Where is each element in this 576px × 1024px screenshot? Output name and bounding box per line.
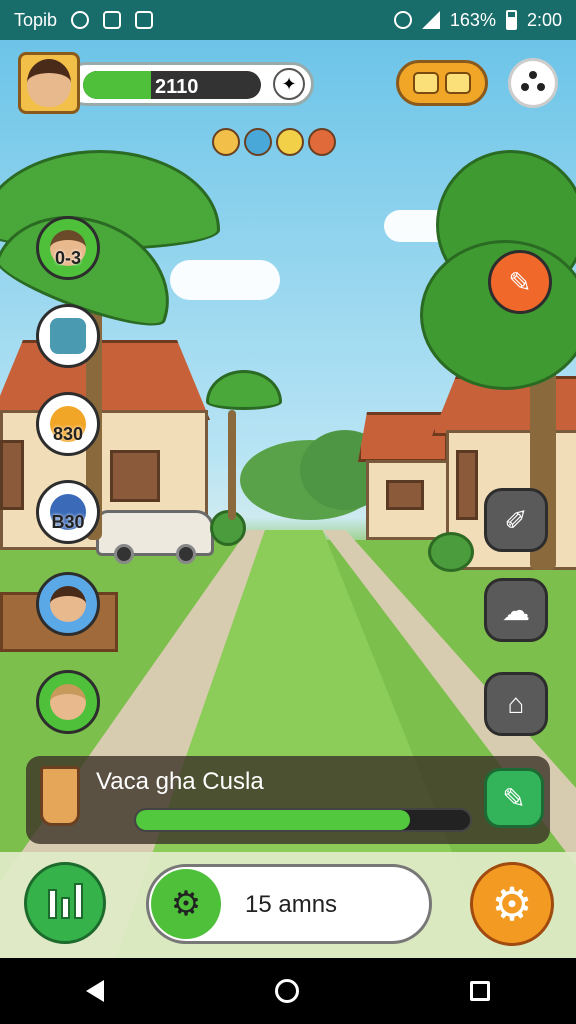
system-nav-bar xyxy=(0,958,576,1024)
dots-icon xyxy=(521,71,545,95)
signal-icon xyxy=(421,11,440,29)
window xyxy=(110,450,160,502)
villager-icon xyxy=(50,586,86,622)
edit-button[interactable]: ✎ xyxy=(488,250,552,314)
quest-label: 830 xyxy=(52,424,84,444)
location-icon xyxy=(71,11,90,29)
robot-icon xyxy=(50,318,86,354)
top-hud: 2110 ✦ xyxy=(0,40,576,114)
window xyxy=(456,450,478,520)
window xyxy=(0,440,24,510)
gold-icon xyxy=(212,128,240,156)
menu-button[interactable] xyxy=(508,58,558,108)
water-icon xyxy=(244,128,272,156)
status-bar: Topib 163% 2:00 xyxy=(0,0,576,40)
task-panel: Vaca gha Cusla ✎ xyxy=(26,756,550,844)
quest-leaf[interactable]: 830 xyxy=(36,392,100,456)
paint-button[interactable]: ✐ xyxy=(484,488,548,552)
house-roof xyxy=(0,340,210,420)
xp-bar: 2110 xyxy=(83,71,261,99)
fruit-icon xyxy=(308,128,336,156)
task-title: Vaca gha Cusla xyxy=(96,768,264,795)
palm-trunk xyxy=(228,410,236,520)
farmer-icon xyxy=(50,684,86,720)
quest-blue-hat[interactable]: B30 xyxy=(36,480,100,544)
bar-chart-icon xyxy=(73,883,83,919)
battery-percent: 163% xyxy=(449,9,496,30)
quest-villager-1[interactable]: 0-3 xyxy=(36,216,100,280)
edit-icon: ✎ xyxy=(502,782,526,814)
bottom-hud: ⚙ 15 amns ⚙ xyxy=(0,852,576,958)
home-icon[interactable] xyxy=(274,979,299,1003)
player-face xyxy=(27,59,71,107)
house-icon: ⌂ xyxy=(507,688,525,719)
boost-button[interactable]: ✦ xyxy=(273,68,305,100)
wifi-icon xyxy=(393,11,412,29)
gift-icon xyxy=(445,72,471,94)
xp-fill xyxy=(83,71,151,99)
gear-icon: ⚙ xyxy=(151,869,221,939)
quest-villager-2[interactable] xyxy=(36,572,100,636)
house-roof xyxy=(358,412,448,462)
bar-chart-icon xyxy=(47,889,57,919)
clipboard-icon xyxy=(103,11,122,29)
build-button[interactable]: ⌂ xyxy=(484,672,548,736)
settings-gear-icon: ⚙ xyxy=(491,878,533,930)
task-action-button[interactable]: ✎ xyxy=(484,768,544,828)
bush xyxy=(428,532,474,572)
window xyxy=(386,480,424,510)
xp-panel: 2110 ✦ xyxy=(64,62,314,106)
pencil-icon: ✎ xyxy=(508,266,532,298)
stats-button[interactable] xyxy=(24,862,106,944)
bar-chart-icon xyxy=(60,897,70,919)
lemon-icon xyxy=(276,128,304,156)
settings-button[interactable]: ⚙ xyxy=(470,862,554,946)
cloud xyxy=(170,260,280,300)
back-icon[interactable] xyxy=(85,980,104,1002)
palm-leaves xyxy=(206,370,282,410)
brush-icon: ✐ xyxy=(504,504,528,536)
xp-value: 2110 xyxy=(155,76,199,98)
player-avatar[interactable] xyxy=(18,52,80,114)
lightning-icon: ✦ xyxy=(281,73,297,94)
quest-robot[interactable] xyxy=(36,304,100,368)
resource-row xyxy=(212,128,336,156)
sheep-icon: ☁ xyxy=(502,594,530,626)
task-progress-fill xyxy=(136,810,410,830)
timer-text: 15 amns xyxy=(245,891,338,918)
car-wheel xyxy=(114,544,134,564)
quest-villager-3[interactable] xyxy=(36,670,100,734)
app-name: Topib xyxy=(14,9,58,30)
car-wheel xyxy=(176,544,196,564)
battery-icon xyxy=(505,10,517,30)
task-progress-bar xyxy=(134,808,472,832)
timer-panel[interactable]: ⚙ 15 amns xyxy=(146,864,432,944)
chest-icon xyxy=(413,72,439,94)
recents-icon[interactable] xyxy=(470,981,491,1001)
quest-label: 0-3 xyxy=(54,248,81,268)
alert-icon xyxy=(135,11,154,29)
clock: 2:00 xyxy=(526,9,562,30)
animals-button[interactable]: ☁ xyxy=(484,578,548,642)
parked-car xyxy=(96,510,214,556)
cup-icon xyxy=(40,766,80,826)
shop-button[interactable] xyxy=(396,60,488,106)
quest-label: B30 xyxy=(51,512,85,532)
